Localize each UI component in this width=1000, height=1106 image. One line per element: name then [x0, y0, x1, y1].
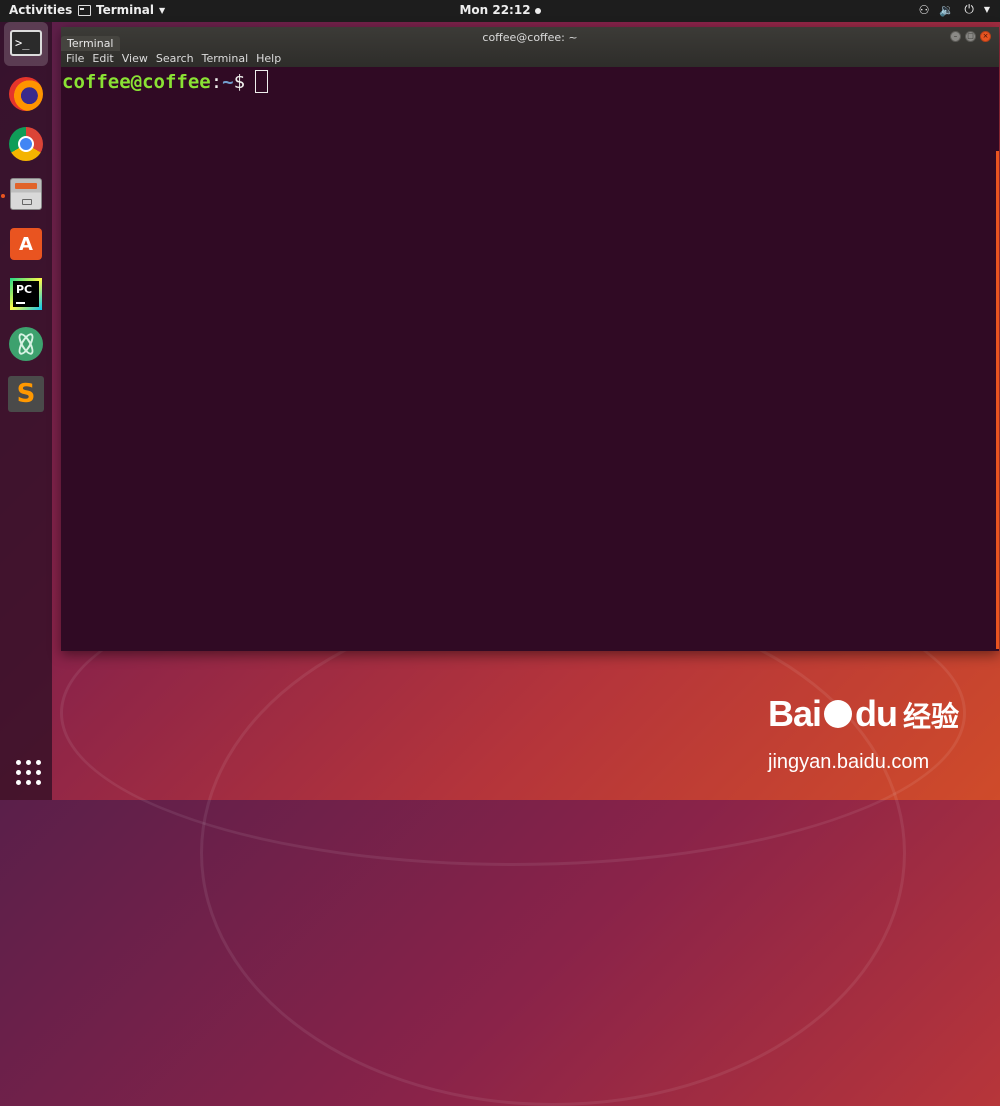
clock[interactable]: Mon 22:12 [459, 3, 541, 17]
menu-terminal[interactable]: Terminal [202, 52, 249, 65]
app-menu[interactable]: Terminal ▼ [78, 3, 165, 17]
prompt-user-host: coffee@coffee [62, 71, 211, 93]
atom-icon [9, 327, 43, 361]
notification-dot-icon [534, 7, 541, 14]
watermark-cn: 经验 [903, 701, 960, 732]
volume-icon: 🔉 [939, 2, 955, 17]
pycharm-icon: PC [10, 278, 42, 310]
running-indicator [1, 194, 5, 198]
top-bar: Activities Terminal ▼ Mon 22:12 ⚇ 🔉 ⏻ ▼ [0, 0, 1000, 22]
network-icon: ⚇ [918, 2, 930, 17]
shell-prompt: coffee@coffee:~$ [62, 70, 269, 93]
files-icon [10, 178, 42, 210]
software-store-icon: A [10, 228, 42, 260]
terminal-window[interactable]: coffee@coffee: ~ Terminal File Edit View… [61, 27, 999, 651]
maximize-button[interactable]: □ [965, 31, 976, 42]
chrome-icon [9, 127, 43, 161]
chevron-down-icon: ▼ [159, 5, 166, 15]
minimize-icon: – [953, 32, 958, 40]
prompt-symbol: $ [233, 71, 246, 93]
watermark-brand-suffix: du [855, 693, 898, 734]
system-tray[interactable]: ⚇ 🔉 ⏻ ▼ [919, 2, 990, 17]
show-applications-button[interactable] [4, 750, 48, 794]
menu-search[interactable]: Search [156, 52, 194, 65]
menu-bar: File Edit View Search Terminal Help [66, 52, 281, 65]
clock-label: Mon 22:12 [459, 3, 531, 17]
terminal-icon [78, 4, 91, 16]
close-icon: × [982, 32, 989, 40]
activities-button[interactable]: Activities [9, 3, 72, 17]
watermark-url: jingyan.baidu.com [768, 751, 930, 773]
text-cursor [255, 70, 269, 93]
window-titlebar[interactable]: coffee@coffee: ~ Terminal File Edit View… [61, 27, 999, 67]
dock: >_ A PC S [0, 22, 52, 800]
app-grid-icon [16, 760, 42, 786]
terminal-tooltip: Terminal [61, 36, 120, 51]
terminal-icon: >_ [10, 30, 42, 56]
menu-help[interactable]: Help [256, 52, 281, 65]
wallpaper-streak [200, 600, 906, 1106]
scrollbar[interactable] [996, 151, 999, 649]
firefox-icon [9, 77, 43, 111]
dock-item-terminal[interactable]: >_ [4, 22, 48, 66]
menu-view[interactable]: View [122, 52, 148, 65]
minimize-button[interactable]: – [950, 31, 961, 42]
baidu-paw-icon [824, 700, 853, 728]
maximize-icon: □ [967, 32, 974, 40]
dock-item-files[interactable] [4, 172, 48, 216]
prompt-colon: : [210, 71, 223, 93]
dock-item-firefox[interactable] [4, 72, 48, 116]
app-menu-label: Terminal [96, 3, 155, 17]
watermark-brand: Bai [768, 693, 822, 734]
prompt-path: ~ [222, 71, 234, 93]
dock-item-software[interactable]: A [4, 222, 48, 266]
dock-item-sublime-text[interactable]: S [4, 372, 48, 416]
chevron-down-icon: ▼ [983, 5, 990, 14]
dock-item-chrome[interactable] [4, 122, 48, 166]
baidu-watermark: Bai du 经验 jingyan.baidu.com [768, 693, 960, 773]
terminal-content[interactable]: coffee@coffee:~$ [61, 67, 999, 651]
close-button[interactable]: × [980, 31, 991, 42]
dock-item-pycharm[interactable]: PC [4, 272, 48, 316]
power-icon: ⏻ [964, 2, 974, 16]
menu-edit[interactable]: Edit [92, 52, 113, 65]
sublime-text-icon: S [8, 376, 44, 412]
menu-file[interactable]: File [66, 52, 84, 65]
window-title: coffee@coffee: ~ [482, 31, 578, 44]
dock-item-atom[interactable] [4, 322, 48, 366]
